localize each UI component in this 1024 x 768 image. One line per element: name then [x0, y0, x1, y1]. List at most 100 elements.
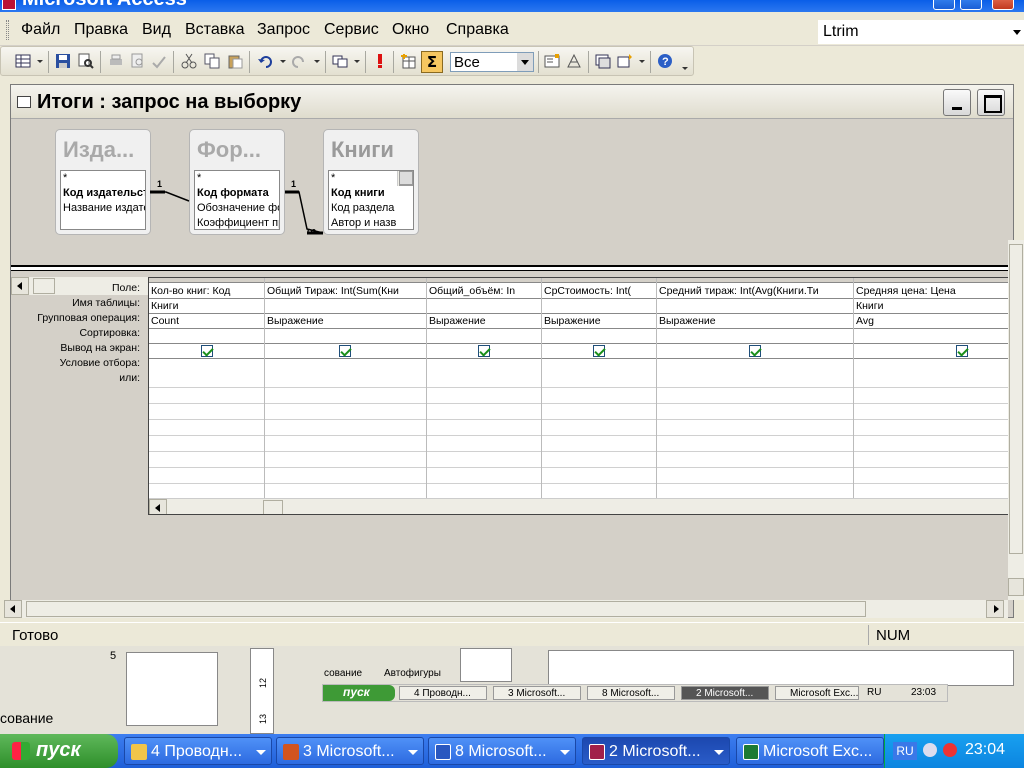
query-type-dropdown-icon[interactable]: [354, 60, 360, 63]
menu-file[interactable]: Файл: [21, 21, 60, 39]
window-vertical-scrollbar[interactable]: [1008, 240, 1024, 600]
scroll-left-button[interactable]: [4, 600, 22, 618]
grid-cell-sort[interactable]: [149, 329, 264, 344]
top-values-select[interactable]: Все: [450, 52, 534, 72]
mini-task-excel[interactable]: Microsoft Exc...: [775, 686, 859, 700]
show-checkbox[interactable]: [749, 345, 761, 357]
totals-sigma-button[interactable]: Σ: [421, 51, 443, 73]
show-checkbox[interactable]: [956, 345, 968, 357]
search-icon[interactable]: [78, 53, 94, 69]
drawing-toolbar-label[interactable]: сование: [324, 668, 362, 679]
column-selector[interactable]: [265, 278, 426, 283]
column-selector[interactable]: [149, 278, 264, 283]
column-selector[interactable]: [854, 278, 1013, 283]
close-button[interactable]: [992, 0, 1014, 10]
language-indicator[interactable]: RU: [893, 742, 917, 760]
undo-icon[interactable]: [257, 53, 273, 69]
grid-cell-table[interactable]: Книги: [149, 299, 264, 314]
grid-cell-sort[interactable]: [427, 329, 541, 344]
grid-cell-sort[interactable]: [854, 329, 1013, 344]
security-alert-icon[interactable]: [943, 743, 957, 757]
save-icon[interactable]: [55, 53, 71, 69]
grid-column[interactable]: СрСтоимость: Int( Выражение: [542, 278, 657, 498]
database-window-icon[interactable]: [595, 53, 611, 69]
start-button[interactable]: пуск: [0, 734, 118, 768]
grid-cell-sort[interactable]: [265, 329, 426, 344]
menu-window[interactable]: Окно: [392, 21, 429, 39]
grid-column[interactable]: Кол-во книг: Код Книги Count: [149, 278, 265, 498]
grid-cell-table[interactable]: Книги: [854, 299, 1013, 314]
show-checkbox[interactable]: [593, 345, 605, 357]
new-object-dropdown-icon[interactable]: [639, 60, 645, 63]
print-preview-icon[interactable]: [130, 53, 146, 69]
show-checkbox[interactable]: [201, 345, 213, 357]
task-excel[interactable]: Microsoft Exc...: [736, 737, 884, 765]
slide-thumbnail[interactable]: [126, 652, 218, 726]
grid-cell-field[interactable]: Средний тираж: Int(Avg(Книги.Ти: [657, 284, 853, 299]
grid-cell-field[interactable]: Общий Тираж: Int(Sum(Кни: [265, 284, 426, 299]
copy-icon[interactable]: [204, 53, 220, 69]
grid-column[interactable]: Средний тираж: Int(Avg(Книги.Ти Выражени…: [657, 278, 854, 498]
show-table-icon[interactable]: [400, 53, 416, 69]
grid-cell-table[interactable]: [542, 299, 656, 314]
menu-help[interactable]: Справка: [446, 21, 509, 39]
grid-cell-show[interactable]: [265, 344, 426, 359]
window-horizontal-scrollbar[interactable]: [4, 600, 1008, 618]
mini-start-button[interactable]: пуск: [323, 685, 395, 701]
task-powerpoint[interactable]: 3 Microsoft...: [276, 737, 424, 765]
run-icon[interactable]: [372, 53, 388, 69]
grid-cell-table[interactable]: [427, 299, 541, 314]
grid-cell-show[interactable]: [542, 344, 656, 359]
grid-horizontal-scrollbar[interactable]: [149, 498, 1013, 514]
mini-task-word[interactable]: 8 Microsoft...: [587, 686, 675, 700]
mini-task-access[interactable]: 2 Microsoft...: [681, 686, 769, 700]
scroll-thumb[interactable]: [1009, 244, 1023, 554]
grid-cell-show[interactable]: [149, 344, 264, 359]
properties-icon[interactable]: [544, 53, 560, 69]
paste-icon[interactable]: [227, 53, 243, 69]
grid-cell-field[interactable]: СрСтоимость: Int(: [542, 284, 656, 299]
grid-cell-field[interactable]: Кол-во книг: Код: [149, 284, 264, 299]
menubar-grip[interactable]: [6, 20, 9, 40]
grid-cell-total[interactable]: Выражение: [265, 314, 426, 329]
menu-tools[interactable]: Сервис: [324, 21, 379, 39]
help-icon[interactable]: ?: [657, 53, 673, 69]
build-icon[interactable]: [566, 53, 582, 69]
pane-splitter[interactable]: [11, 265, 1013, 271]
view-icon[interactable]: [15, 53, 31, 69]
mini-lang-indicator[interactable]: RU: [867, 687, 881, 698]
query-type-icon[interactable]: [332, 53, 348, 69]
print-icon[interactable]: [108, 53, 124, 69]
autoshapes-menu[interactable]: Автофигуры: [384, 668, 441, 679]
scroll-thumb[interactable]: [263, 500, 283, 514]
chevron-down-icon[interactable]: [1013, 30, 1021, 35]
maximize-button[interactable]: [960, 0, 982, 10]
new-object-icon[interactable]: [617, 53, 633, 69]
drawing-menu[interactable]: сование: [0, 710, 53, 726]
grid-column[interactable]: Общий_объём: In Выражение: [427, 278, 542, 498]
grid-cell-total[interactable]: Выражение: [427, 314, 541, 329]
grid-cell-sort[interactable]: [657, 329, 853, 344]
grid-column[interactable]: Средняя цена: Цена Книги Avg: [854, 278, 1013, 498]
task-word[interactable]: 8 Microsoft...: [428, 737, 576, 765]
grid-cell-show[interactable]: [854, 344, 1013, 359]
menu-insert[interactable]: Вставка: [185, 21, 244, 39]
grid-cell-field[interactable]: Средняя цена: Цена: [854, 284, 1013, 299]
menu-edit[interactable]: Правка: [74, 21, 128, 39]
show-checkbox[interactable]: [339, 345, 351, 357]
grid-cell-total[interactable]: Выражение: [657, 314, 853, 329]
grid-cell-show[interactable]: [427, 344, 541, 359]
grid-cell-total[interactable]: Выражение: [542, 314, 656, 329]
scroll-right-button[interactable]: [986, 600, 1004, 618]
mini-task-explorer[interactable]: 4 Проводн...: [399, 686, 487, 700]
tray-expand-icon[interactable]: [923, 743, 937, 757]
query-design-grid[interactable]: Кол-во книг: Код Книги Count Общий Тираж…: [148, 277, 1014, 515]
scroll-down-button[interactable]: [1008, 578, 1024, 596]
help-question-box[interactable]: Ltrim: [818, 20, 1024, 44]
view-dropdown-icon[interactable]: [37, 60, 43, 63]
relation-line-formats[interactable]: [285, 191, 324, 234]
grid-cell-table[interactable]: [657, 299, 853, 314]
undo-dropdown-icon[interactable]: [280, 60, 286, 63]
grid-cell-total[interactable]: Count: [149, 314, 264, 329]
redo-icon[interactable]: [291, 53, 307, 69]
